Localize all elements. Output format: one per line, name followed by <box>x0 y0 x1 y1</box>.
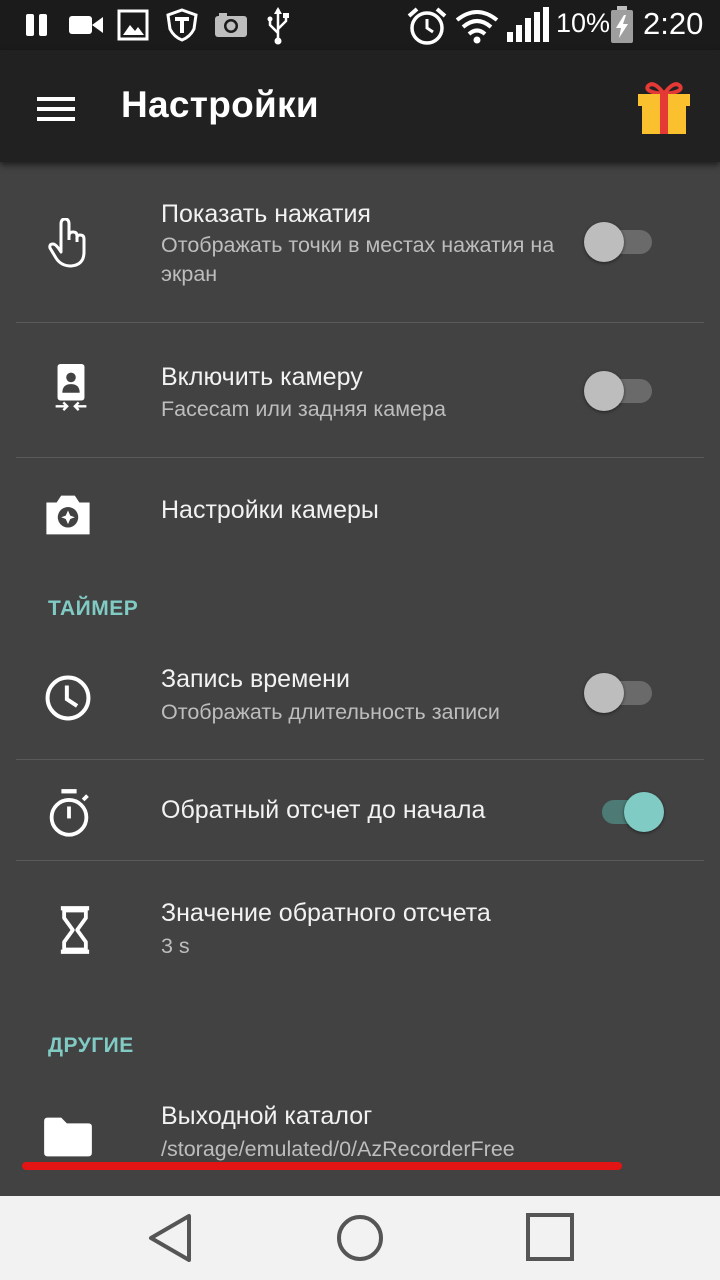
pause-icon <box>26 14 47 36</box>
setting-title: Показать нажатия <box>161 200 371 228</box>
setting-subtitle: Отображать длительность записи <box>161 700 500 724</box>
shield-t-icon <box>166 8 198 42</box>
setting-subtitle: /storage/emulated/0/AzRecorderFree <box>161 1137 515 1161</box>
gift-icon[interactable] <box>634 80 694 136</box>
home-icon[interactable] <box>330 1210 390 1266</box>
folder-icon <box>44 1117 92 1157</box>
setting-show-touches[interactable]: Показать нажатия Отображать точки в мест… <box>0 162 720 322</box>
settings-list: Показать нажатия Отображать точки в мест… <box>0 162 720 1196</box>
recents-icon[interactable] <box>520 1210 580 1266</box>
video-camera-icon <box>69 16 103 34</box>
setting-enable-camera[interactable]: Включить камеру Facecam или задняя камер… <box>0 323 720 457</box>
hamburger-menu-icon[interactable] <box>37 97 75 121</box>
setting-subtitle: Facecam или задняя камера <box>161 397 446 421</box>
setting-title: Настройки камеры <box>161 496 379 524</box>
wifi-icon <box>455 10 499 44</box>
status-bar: 10% 2:20 <box>0 0 720 50</box>
setting-subtitle: Отображать точки в местах нажатия на экр… <box>161 233 555 286</box>
setting-title: Обратный отсчет до начала <box>161 796 486 824</box>
section-header-timer: ТАЙМЕР <box>48 597 139 620</box>
hourglass-icon <box>60 906 90 954</box>
page-title: Настройки <box>121 84 319 125</box>
navigation-bar <box>0 1196 720 1280</box>
setting-title: Запись времени <box>161 665 350 693</box>
camera-icon <box>215 13 247 37</box>
battery-percent: 10% <box>556 8 611 38</box>
touch-hand-icon <box>48 218 86 268</box>
section-header-other: ДРУГИЕ <box>48 1034 134 1057</box>
battery-charging-icon <box>611 6 633 43</box>
camera-settings-icon <box>46 495 90 535</box>
setting-output-directory[interactable]: Выходной каталог /storage/emulated/0/AzR… <box>0 1074 720 1196</box>
setting-countdown-value[interactable]: Значение обратного отсчета 3 s <box>0 861 720 993</box>
setting-title: Включить камеру <box>161 363 363 391</box>
clock-icon <box>45 675 91 721</box>
setting-title: Выходной каталог <box>161 1102 373 1130</box>
setting-record-time[interactable]: Запись времени Отображать длительность з… <box>0 637 720 759</box>
signal-icon <box>507 7 549 42</box>
app-bar: Настройки <box>0 50 720 162</box>
setting-subtitle: 3 s <box>161 934 190 958</box>
red-underline-annotation <box>22 1162 622 1170</box>
countdown-toggle[interactable] <box>592 790 664 832</box>
image-icon <box>117 9 149 41</box>
enable-camera-toggle[interactable] <box>584 369 656 411</box>
record-time-toggle[interactable] <box>584 671 656 713</box>
setting-countdown[interactable]: Обратный отсчет до начала <box>0 760 720 860</box>
usb-icon <box>267 7 289 45</box>
alarm-icon <box>407 7 447 45</box>
setting-camera-settings[interactable]: Настройки камеры <box>0 458 720 566</box>
stopwatch-icon <box>49 789 89 837</box>
back-icon[interactable] <box>141 1210 201 1266</box>
setting-title: Значение обратного отсчета <box>161 899 491 927</box>
front-camera-icon <box>55 363 87 411</box>
show-touches-toggle[interactable] <box>584 220 656 262</box>
clock-time: 2:20 <box>643 6 704 41</box>
